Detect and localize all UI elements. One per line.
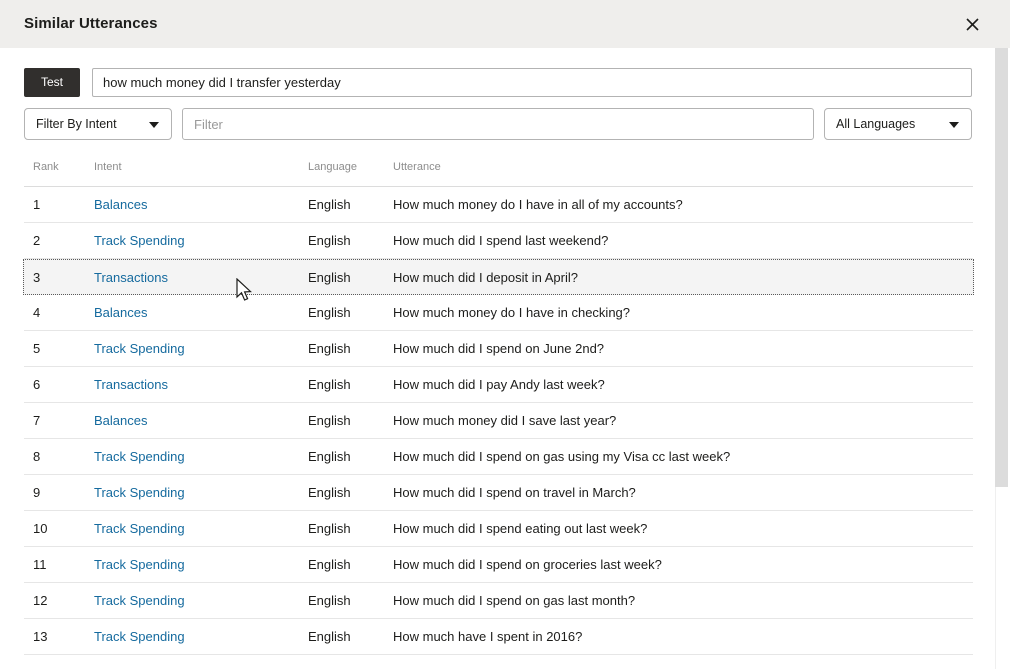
intent-link[interactable]: Balances xyxy=(94,295,147,330)
table-row[interactable]: 10 Track Spending English How much did I sp… xyxy=(24,511,973,547)
table-body: 1 Balances English How much money do I have… xyxy=(24,187,973,655)
table-row[interactable]: 5 Track Spending English How much did I spe… xyxy=(24,331,973,367)
cell-language: English xyxy=(308,295,351,330)
cell-rank: 1 xyxy=(33,187,40,222)
cell-utterance: How much did I deposit in April? xyxy=(393,260,578,295)
cell-language: English xyxy=(308,403,351,438)
cell-rank: 4 xyxy=(33,295,40,330)
cell-utterance: How much did I spend on June 2nd? xyxy=(393,331,604,366)
cell-rank: 13 xyxy=(33,619,47,654)
dialog-header: Similar Utterances xyxy=(0,0,1010,48)
test-button[interactable]: Test xyxy=(24,68,80,97)
table-row[interactable]: 2 Track Spending English How much did I spe… xyxy=(24,223,973,259)
intent-link[interactable]: Track Spending xyxy=(94,511,185,546)
cell-rank: 8 xyxy=(33,439,40,474)
cell-utterance: How much have I spent in 2016? xyxy=(393,619,582,654)
cell-language: English xyxy=(308,367,351,402)
cell-rank: 6 xyxy=(33,367,40,402)
cell-language: English xyxy=(308,260,351,295)
cell-rank: 5 xyxy=(33,331,40,366)
language-select[interactable]: All Languages xyxy=(824,108,972,140)
intent-link[interactable]: Balances xyxy=(94,403,147,438)
vertical-scrollbar-thumb[interactable] xyxy=(995,48,1008,487)
table-row[interactable]: 9 Track Spending English How much did I spe… xyxy=(24,475,973,511)
intent-link[interactable]: Track Spending xyxy=(94,331,185,366)
table-header-row: Rank Intent Language Utterance xyxy=(24,158,973,187)
cell-rank: 3 xyxy=(33,260,40,295)
table-row[interactable]: 8 Track Spending English How much did I spe… xyxy=(24,439,973,475)
close-button[interactable] xyxy=(958,10,986,38)
cell-language: English xyxy=(308,619,351,654)
filter-input[interactable] xyxy=(182,108,814,140)
language-select-label: All Languages xyxy=(836,109,915,139)
intent-link[interactable]: Track Spending xyxy=(94,439,185,474)
cell-rank: 12 xyxy=(33,583,47,618)
cell-language: English xyxy=(308,439,351,474)
column-header-rank: Rank xyxy=(33,161,59,173)
cell-language: English xyxy=(308,547,351,582)
cell-utterance: How much money did I save last year? xyxy=(393,403,616,438)
test-utterance-input[interactable] xyxy=(92,68,972,97)
intent-link[interactable]: Track Spending xyxy=(94,547,185,582)
cell-utterance: How much did I spend on travel in March? xyxy=(393,475,636,510)
similar-utterances-dialog: Similar Utterances Test Filter By Intent xyxy=(0,0,1010,669)
cell-utterance: How much did I pay Andy last week? xyxy=(393,367,605,402)
column-header-utterance: Utterance xyxy=(393,161,441,173)
cell-rank: 11 xyxy=(33,547,47,582)
table-row[interactable]: 7 Balances English How much money did I sav… xyxy=(24,403,973,439)
cell-rank: 7 xyxy=(33,403,40,438)
cell-utterance: How much did I spend on gas last month? xyxy=(393,583,635,618)
cell-utterance: How much money do I have in checking? xyxy=(393,295,630,330)
intent-link[interactable]: Transactions xyxy=(94,260,168,295)
filter-by-intent-select[interactable]: Filter By Intent xyxy=(24,108,172,140)
intent-link[interactable]: Track Spending xyxy=(94,583,185,618)
intent-link[interactable]: Balances xyxy=(94,187,147,222)
table-row[interactable]: 3 Transactions English How much did I depos… xyxy=(23,259,974,295)
cell-language: English xyxy=(308,331,351,366)
intent-link[interactable]: Track Spending xyxy=(94,619,185,654)
cell-language: English xyxy=(308,475,351,510)
cell-utterance: How much did I spend eating out last wee… xyxy=(393,511,647,546)
test-bar: Test xyxy=(24,68,972,97)
table-row[interactable]: 12 Track Spending English How much did I sp… xyxy=(24,583,973,619)
cell-language: English xyxy=(308,187,351,222)
intent-link[interactable]: Track Spending xyxy=(94,223,185,258)
table-row[interactable]: 6 Transactions English How much did I pay A… xyxy=(24,367,973,403)
filter-bar: Filter By Intent All Languages xyxy=(24,108,972,140)
cell-language: English xyxy=(308,223,351,258)
column-header-intent: Intent xyxy=(94,161,122,173)
cell-rank: 10 xyxy=(33,511,47,546)
table-row[interactable]: 11 Track Spending English How much did I sp… xyxy=(24,547,973,583)
cell-utterance: How much did I spend last weekend? xyxy=(393,223,608,258)
cell-rank: 2 xyxy=(33,223,40,258)
chevron-down-icon xyxy=(949,122,959,128)
column-header-language: Language xyxy=(308,161,357,173)
cell-language: English xyxy=(308,511,351,546)
cell-utterance: How much money do I have in all of my ac… xyxy=(393,187,683,222)
dialog-body: Test Filter By Intent All Languages Rank… xyxy=(0,48,995,669)
cell-language: English xyxy=(308,583,351,618)
table-row[interactable]: 4 Balances English How much money do I have… xyxy=(24,295,973,331)
intent-link[interactable]: Transactions xyxy=(94,367,168,402)
page-title: Similar Utterances xyxy=(24,15,158,32)
cell-utterance: How much did I spend on groceries last w… xyxy=(393,547,662,582)
cell-utterance: How much did I spend on gas using my Vis… xyxy=(393,439,730,474)
filter-by-intent-label: Filter By Intent xyxy=(36,109,117,139)
close-icon xyxy=(966,18,979,31)
chevron-down-icon xyxy=(149,122,159,128)
intent-link[interactable]: Track Spending xyxy=(94,475,185,510)
table-row[interactable]: 13 Track Spending English How much have I s… xyxy=(24,619,973,655)
cell-rank: 9 xyxy=(33,475,40,510)
table-row[interactable]: 1 Balances English How much money do I have… xyxy=(24,187,973,223)
results-table: Rank Intent Language Utterance 1 Balances… xyxy=(24,158,973,655)
